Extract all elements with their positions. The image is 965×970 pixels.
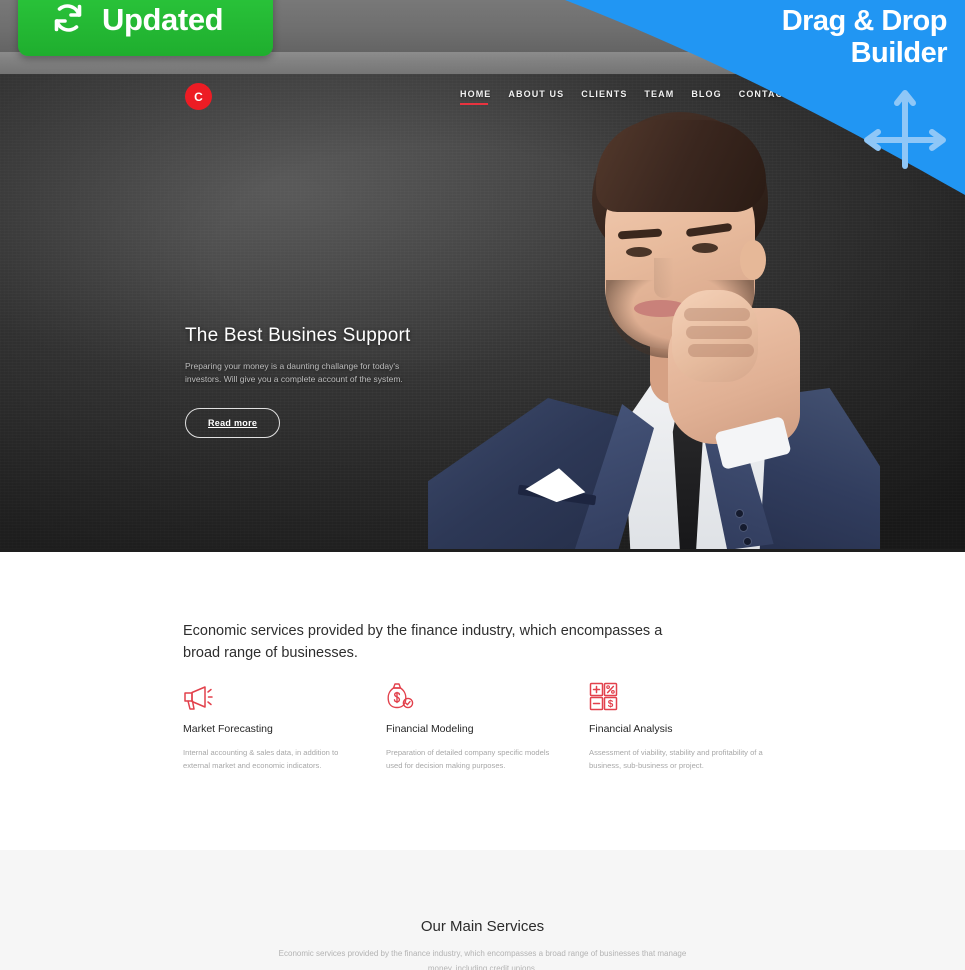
nav-item-about-us[interactable]: ABOUT US bbox=[508, 89, 581, 105]
nav-item-blog[interactable]: BLOG bbox=[691, 89, 738, 105]
main-services-subtitle: Economic services provided by the financ… bbox=[278, 949, 687, 970]
eye-left bbox=[626, 247, 652, 257]
hair-front bbox=[596, 120, 766, 212]
money-bag-icon bbox=[386, 677, 563, 711]
feature-market-forecasting[interactable]: Market Forecasting Internal accounting &… bbox=[183, 677, 386, 773]
hero-title: The Best Busines Support bbox=[185, 325, 411, 346]
nav-item-home[interactable]: HOME bbox=[460, 89, 508, 105]
services-lead-text: Economic services provided by the financ… bbox=[183, 623, 663, 662]
hero-subtitle: Preparing your money is a daunting chall… bbox=[185, 361, 403, 385]
finger-2 bbox=[686, 326, 752, 339]
template-preview-page: C HOME ABOUT US CLIENTS TEAM BLOG CONTAC… bbox=[0, 0, 965, 970]
nav-item-team[interactable]: TEAM bbox=[644, 89, 691, 105]
ear bbox=[740, 240, 766, 280]
feature-title: Financial Analysis bbox=[589, 723, 673, 735]
site-logo[interactable]: C bbox=[185, 83, 212, 110]
nav-item-clients[interactable]: CLIENTS bbox=[581, 89, 644, 105]
nav-links: HOME ABOUT US CLIENTS TEAM BLOG CONTACTS bbox=[460, 89, 814, 105]
main-services-section: Our Main Services Economic services prov… bbox=[0, 850, 965, 970]
nav-item-contacts[interactable]: CONTACTS bbox=[739, 89, 814, 105]
megaphone-icon bbox=[183, 677, 360, 711]
sleeve-button-2 bbox=[740, 524, 747, 531]
svg-text:$: $ bbox=[608, 699, 614, 710]
sleeve-button-3 bbox=[744, 538, 751, 545]
updated-badge: Updated bbox=[18, 0, 273, 56]
feature-financial-modeling[interactable]: Financial Modeling Preparation of detail… bbox=[386, 677, 589, 773]
hero-section bbox=[0, 52, 965, 552]
feature-row: Market Forecasting Internal accounting &… bbox=[183, 677, 803, 773]
logo-letter: C bbox=[194, 89, 203, 104]
site-navbar: C HOME ABOUT US CLIENTS TEAM BLOG CONTAC… bbox=[0, 80, 965, 122]
feature-description: Internal accounting & sales data, in add… bbox=[183, 748, 339, 771]
services-section: Economic services provided by the financ… bbox=[0, 552, 965, 850]
sync-refresh-icon bbox=[48, 0, 88, 43]
main-services-title: Our Main Services bbox=[420, 918, 545, 935]
feature-financial-analysis[interactable]: $ Financial Analysis Assessment of viabi… bbox=[589, 677, 792, 773]
feature-title: Financial Modeling bbox=[386, 723, 474, 735]
hero-businessman-photo bbox=[400, 112, 880, 552]
feature-description: Assessment of viability, stability and p… bbox=[589, 748, 763, 771]
finger-3 bbox=[688, 344, 754, 357]
feature-title: Market Forecasting bbox=[183, 723, 273, 735]
eye-right bbox=[692, 243, 718, 253]
hero-copy: The Best Busines Support Preparing your … bbox=[185, 325, 425, 439]
finger-1 bbox=[684, 308, 750, 321]
updated-badge-label: Updated bbox=[102, 2, 224, 37]
read-more-button[interactable]: Read more bbox=[185, 408, 281, 439]
feature-description: Preparation of detailed company specific… bbox=[386, 748, 550, 771]
sleeve-button-1 bbox=[736, 510, 743, 517]
calculator-icon: $ bbox=[589, 677, 766, 711]
